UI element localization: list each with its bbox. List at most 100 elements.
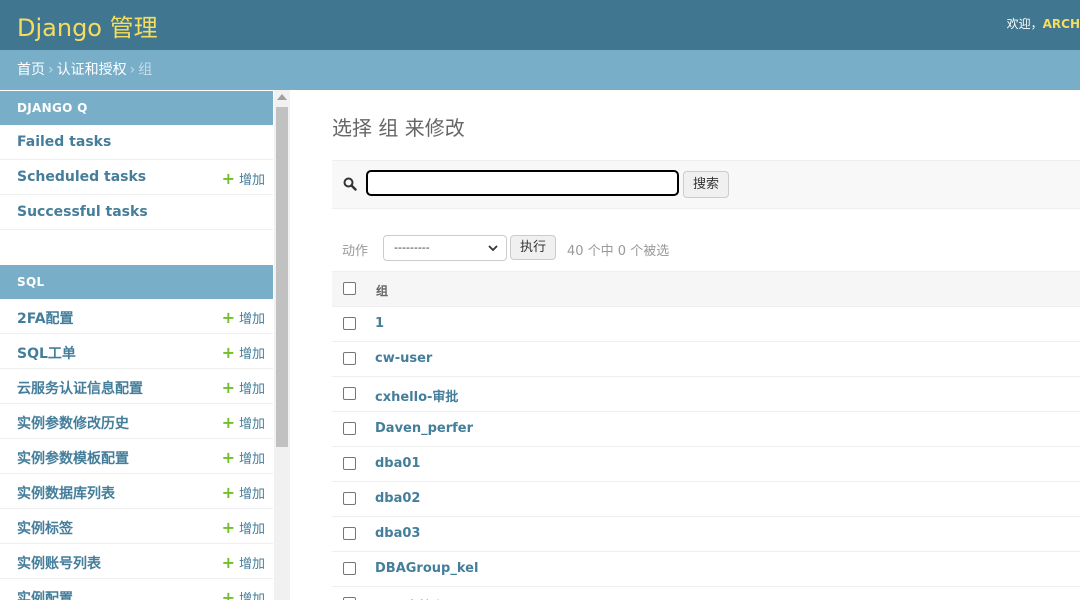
search-toolbar: 搜索 [332,160,1080,209]
module-spacer [0,230,290,264]
table-row: dba01 [332,447,1080,482]
plus-icon: + [221,483,235,502]
group-link[interactable]: cxhello-审批 [375,386,458,405]
search-button[interactable]: 搜索 [683,171,729,198]
add-link[interactable]: + 增加 [222,413,265,433]
sidebar-model-row: 云服务认证信息配置 + 增加 [0,369,273,404]
row-checkbox[interactable] [343,527,356,540]
sidebar-model-row: 实例配置 + 增加 [0,579,273,600]
add-link[interactable]: + 增加 [221,378,265,398]
actions-bar: 动作 --------- 执行 40 个中 0 个被选 [332,234,1080,262]
site-branding[interactable]: Django 管理 [17,8,158,43]
page-title: 选择 组 来修改 [332,116,465,140]
table-header: 组 [332,271,1080,307]
main-content: 选择 组 来修改 搜索 动作 --------- 执行 40 个中 0 个被选 … [332,90,1080,600]
scroll-up-arrow-icon[interactable] [277,94,287,100]
sidebar-model-link[interactable]: 实例参数模板配置 [17,448,129,468]
column-header-group[interactable]: 组 [376,282,388,299]
sidebar-model-link[interactable]: 云服务认证信息配置 [17,378,143,398]
sidebar-model-row: Successful tasks [0,195,273,230]
row-checkbox[interactable] [343,387,356,400]
sidebar-model-link[interactable]: 实例数据库列表 [17,483,115,503]
sidebar-model-link[interactable]: 实例参数修改历史 [17,413,129,433]
group-link[interactable]: dba03 [375,526,420,541]
breadcrumb-app[interactable]: 认证和授权 [57,62,127,78]
add-link[interactable]: + 增加 [221,169,265,189]
breadcrumb-current: 组 [138,62,153,78]
action-select-value: --------- [394,241,430,254]
sidebar-model-link[interactable]: SQL工单 [17,343,76,363]
row-checkbox[interactable] [343,562,356,575]
select-all-checkbox[interactable] [343,282,356,295]
plus-icon: + [221,588,235,600]
breadcrumb-home[interactable]: 首页 [17,62,45,78]
module-caption[interactable]: DJANGO Q [0,90,273,125]
table-row: cw-user [332,342,1080,377]
table-row: dba03 [332,517,1080,552]
header: Django 管理 欢迎，ARCH [0,0,1080,50]
plus-icon: + [221,448,235,467]
sidebar-model-link[interactable]: 2FA配置 [17,308,74,328]
add-link[interactable]: + 增加 [221,518,265,538]
add-link[interactable]: + 增加 [221,343,265,363]
plus-icon: + [221,308,235,327]
sidebar-model-link[interactable]: 实例配置 [17,588,73,600]
add-link-label: 增加 [238,417,265,432]
add-link-label: 增加 [238,347,265,362]
action-select[interactable]: --------- [383,235,507,261]
group-link[interactable]: cw-user [375,351,432,366]
sidebar-model-link[interactable]: Scheduled tasks [17,169,146,185]
add-link-label: 增加 [238,592,265,600]
row-checkbox[interactable] [343,317,356,330]
add-link[interactable]: + 增加 [221,448,265,468]
search-icon [343,177,357,191]
breadcrumb-separator: › [48,62,54,78]
table-row: dba02 [332,482,1080,517]
plus-icon: + [221,343,235,362]
result-table: 组 1 cw-user cxhello-审批 Daven_perfer dba01 dba… [332,271,1080,600]
plus-icon: + [221,518,235,537]
row-checkbox[interactable] [343,457,356,470]
search-input[interactable] [366,170,679,196]
table-row: Daven_perfer [332,412,1080,447]
sidebar-model-link[interactable]: Failed tasks [17,134,111,150]
table-row: 1 [332,307,1080,342]
sidebar-model-row: Scheduled tasks + 增加 [0,160,273,195]
module-caption[interactable]: SQL [0,264,273,299]
group-link[interactable]: DBA审核岗 [375,596,445,600]
add-link[interactable]: + 增加 [221,483,265,503]
plus-icon: + [221,169,235,188]
sidebar-model-row: 2FA配置 + 增加 [0,299,273,334]
add-link[interactable]: + 增加 [221,308,265,328]
group-link[interactable]: dba01 [375,456,420,471]
selection-counter: 40 个中 0 个被选 [567,244,670,259]
row-checkbox[interactable] [343,492,356,505]
breadcrumb-separator: › [129,62,136,78]
sidebar-model-link[interactable]: 实例账号列表 [17,553,101,573]
group-link[interactable]: dba02 [375,491,420,506]
plus-icon: + [221,378,235,397]
welcome-text: 欢迎， [1006,17,1043,31]
add-link[interactable]: + 增加 [221,553,265,573]
sidebar-model-link[interactable]: 实例标签 [17,518,73,538]
sidebar-model-link[interactable]: Successful tasks [17,204,148,220]
add-link-label: 增加 [238,557,265,572]
add-link-label: 增加 [238,452,265,467]
sidebar-model-row: 实例数据库列表 + 增加 [0,474,273,509]
action-label: 动作 [342,244,369,259]
group-link[interactable]: DBAGroup_kel [375,561,478,576]
chevron-down-icon [488,245,498,252]
group-link[interactable]: 1 [375,316,384,331]
group-link[interactable]: Daven_perfer [375,421,473,436]
row-checkbox[interactable] [343,352,356,365]
table-row: DBAGroup_kel [332,552,1080,587]
run-action-button[interactable]: 执行 [510,235,556,260]
plus-icon: + [221,553,235,572]
username: ARCH [1042,17,1080,31]
table-row: cxhello-审批 [332,377,1080,412]
sidebar-scrollbar-thumb[interactable] [276,107,288,447]
add-link[interactable]: + 增加 [222,588,265,600]
row-checkbox[interactable] [343,422,356,435]
table-row: DBA审核岗 [332,587,1080,600]
breadcrumb: 首页 › 认证和授权 › 组 [0,50,1080,90]
